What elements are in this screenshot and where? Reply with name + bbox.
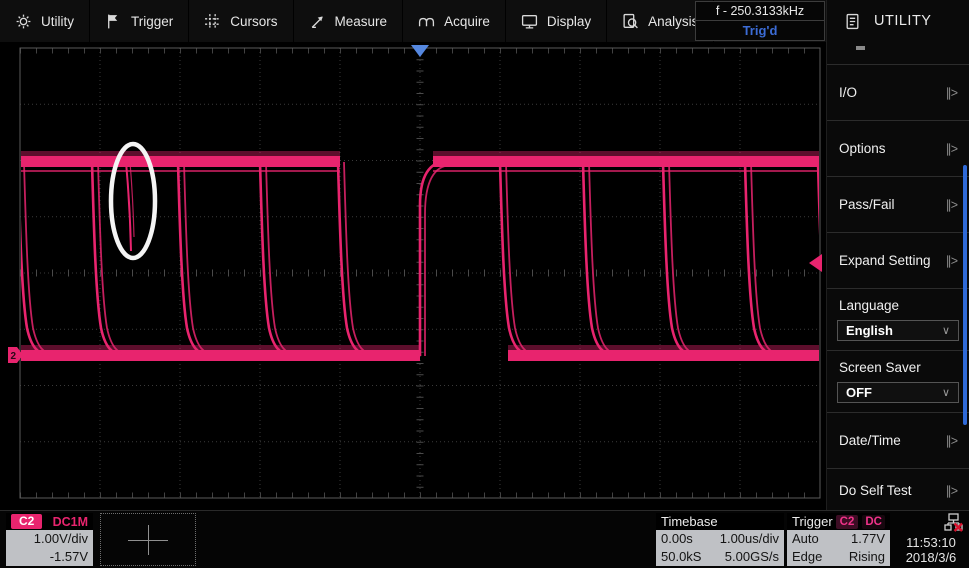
trigger-coupling-badge: DC <box>862 515 885 529</box>
menu-display[interactable]: Display <box>506 0 607 42</box>
trigger-title: Trigger <box>792 514 833 529</box>
panel-title: UTILITY <box>874 13 931 29</box>
flag-icon <box>105 13 122 30</box>
date-display: 2018/3/6 <box>893 550 969 565</box>
panel-item-pass-fail[interactable]: Pass/Fail ∥> <box>827 177 969 233</box>
panel-item-label: Do Self Test <box>839 483 912 498</box>
display-icon <box>521 13 538 30</box>
timebase-scale: 1.00us/div <box>720 531 779 547</box>
trigger-source-badge: C2 <box>836 515 859 529</box>
channel2-badge: C2 <box>11 514 42 529</box>
submenu-arrow-icon: ∥> <box>945 483 957 498</box>
screen-saver-dropdown[interactable]: OFF ∨ <box>837 382 959 403</box>
plus-icon <box>148 525 149 555</box>
menu-display-label: Display <box>547 14 591 29</box>
menu-analysis-label: Analysis <box>648 14 698 29</box>
menu-measure[interactable]: Measure <box>294 0 404 42</box>
oscilloscope-screen: Utility Trigger Cursors Measure Acquire … <box>0 0 969 568</box>
language-section: Language English ∨ <box>827 289 969 351</box>
trigger-type: Edge <box>792 549 822 565</box>
timebase-title: Timebase <box>661 514 718 529</box>
menu-acquire-label: Acquire <box>444 14 490 29</box>
timebase-box[interactable]: Timebase 0.00s 1.00us/div 50.0kS 5.00GS/… <box>656 513 784 566</box>
scope-display: 2 <box>0 42 826 510</box>
screen-saver-label: Screen Saver <box>827 358 969 382</box>
channel2-marker-label: 2 <box>11 351 17 362</box>
measure-icon <box>309 13 326 30</box>
trigger-box[interactable]: Trigger C2 DC Auto 1.77V Edge Rising <box>787 513 890 566</box>
analysis-icon <box>622 13 639 30</box>
menu-trigger[interactable]: Trigger <box>90 0 189 42</box>
frequency-counter: f - 250.3133kHz Trig'd <box>695 1 825 41</box>
clock-area: 11:53:10 2018/3/6 <box>893 513 969 566</box>
panel-item-do-self-test[interactable]: Do Self Test ∥> <box>827 469 969 511</box>
chevron-down-icon: ∨ <box>942 386 950 399</box>
panel-item-label: I/O <box>839 85 857 100</box>
menu-acquire[interactable]: Acquire <box>403 0 506 42</box>
menu-trigger-label: Trigger <box>131 14 173 29</box>
submenu-arrow-icon: ∥> <box>945 433 957 448</box>
submenu-arrow-icon: ∥> <box>945 141 957 156</box>
timebase-samples: 50.0kS <box>661 549 701 565</box>
frequency-readout: f - 250.3133kHz <box>696 2 824 21</box>
language-dropdown[interactable]: English ∨ <box>837 320 959 341</box>
menu-measure-label: Measure <box>335 14 388 29</box>
channel2-coupling: DC1M <box>53 515 88 529</box>
acquire-icon <box>418 13 435 30</box>
list-icon <box>844 13 861 30</box>
trigger-level-marker[interactable] <box>809 254 822 272</box>
submenu-arrow-icon: ∥> <box>945 253 957 268</box>
trigger-level: 1.77V <box>851 531 885 547</box>
panel-item-date-time[interactable]: Date/Time ∥> <box>827 413 969 469</box>
add-channel-placeholder[interactable] <box>100 513 196 566</box>
timebase-rate: 5.00GS/s <box>725 549 779 565</box>
panel-item-options[interactable]: Options ∥> <box>827 121 969 177</box>
menu-utility[interactable]: Utility <box>0 0 90 42</box>
submenu-arrow-icon: ∥> <box>945 85 957 100</box>
channel2-descriptor-box[interactable]: C2 DC1M 1.00V/div -1.57V <box>6 513 93 566</box>
panel-scrollbar[interactable] <box>963 165 967 425</box>
menu-utility-label: Utility <box>41 14 74 29</box>
scrolled-item-remnant <box>856 46 865 50</box>
chevron-down-icon: ∨ <box>942 324 950 337</box>
panel-item-label: Date/Time <box>839 433 901 448</box>
trigger-status: Trig'd <box>696 21 824 40</box>
language-value: English <box>846 323 893 338</box>
utility-panel: UTILITY I/O ∥> Options ∥> Pass/Fail ∥> E… <box>826 0 969 510</box>
channel2-offset: -1.57V <box>50 549 88 565</box>
time-display: 11:53:10 <box>893 535 969 550</box>
panel-item-label: Pass/Fail <box>839 197 895 212</box>
timebase-delay: 0.00s <box>661 531 693 547</box>
bottom-info-bar: C2 DC1M 1.00V/div -1.57V Timebase 0.00s … <box>0 510 969 568</box>
trigger-position-marker[interactable] <box>411 45 429 57</box>
gear-icon <box>15 13 32 30</box>
language-label: Language <box>827 296 969 320</box>
channel2-scale: 1.00V/div <box>34 531 88 547</box>
scope-display-area: 2 <box>0 42 826 510</box>
menu-cursors[interactable]: Cursors <box>189 0 293 42</box>
submenu-arrow-icon: ∥> <box>945 197 957 212</box>
panel-scrolled-item[interactable] <box>827 42 969 65</box>
cursors-icon <box>204 13 221 30</box>
trigger-mode: Auto <box>792 531 819 547</box>
panel-header: UTILITY <box>827 0 969 42</box>
screen-saver-value: OFF <box>846 385 872 400</box>
panel-item-io[interactable]: I/O ∥> <box>827 65 969 121</box>
trigger-slope: Rising <box>849 549 885 565</box>
panel-item-label: Expand Setting <box>839 253 931 268</box>
panel-item-expand-setting[interactable]: Expand Setting ∥> <box>827 233 969 289</box>
network-disconnected-icon <box>944 513 963 532</box>
screen-saver-section: Screen Saver OFF ∨ <box>827 351 969 413</box>
panel-item-label: Options <box>839 141 886 156</box>
menu-cursors-label: Cursors <box>230 14 277 29</box>
